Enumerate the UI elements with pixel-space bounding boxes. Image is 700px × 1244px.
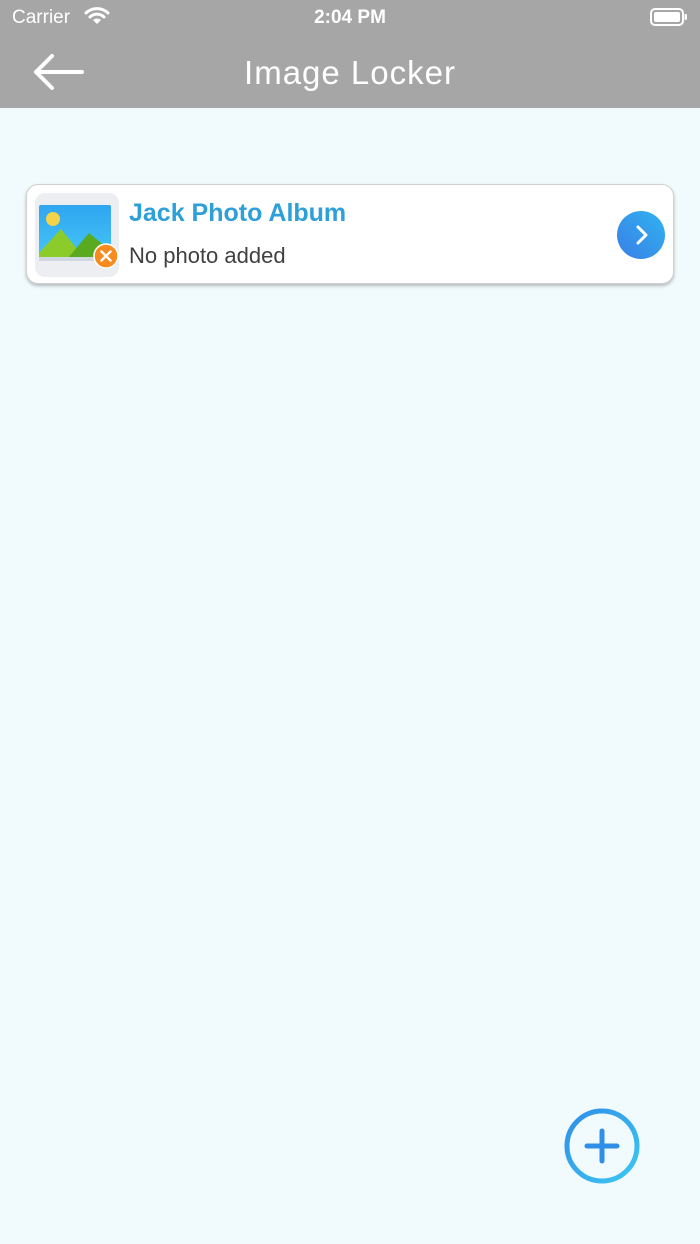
plus-circle-icon <box>584 1128 620 1164</box>
add-album-button[interactable] <box>563 1107 641 1185</box>
status-time: 2:04 PM <box>314 7 386 28</box>
screen: Carrier 2:04 PM Image Locker Jack Photo … <box>0 0 700 1244</box>
album-title: Jack Photo Album <box>129 199 347 227</box>
album-subtitle: No photo added <box>129 243 286 268</box>
top-bar: Carrier 2:04 PM Image Locker <box>0 0 700 108</box>
chevron-right-icon[interactable] <box>617 211 665 259</box>
status-bar: Carrier 2:04 PM <box>0 0 700 36</box>
battery-icon <box>650 8 687 26</box>
album-thumbnail <box>35 193 119 277</box>
page-title: Image Locker <box>244 54 456 91</box>
nav-bar: Image Locker <box>0 36 700 108</box>
close-circle-icon <box>93 243 119 269</box>
album-list-item[interactable]: Jack Photo Album No photo added <box>26 184 674 284</box>
